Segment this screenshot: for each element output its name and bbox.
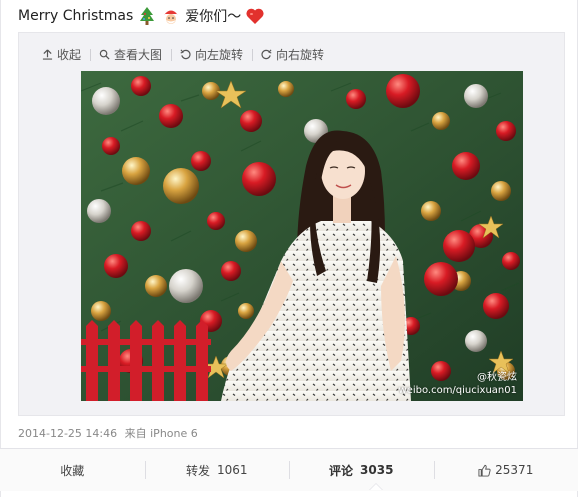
source-device[interactable]: iPhone 6 xyxy=(150,427,198,440)
search-icon xyxy=(99,49,110,60)
rotate-left-icon xyxy=(180,49,191,60)
collapse-icon xyxy=(42,48,53,60)
rotate-right-icon xyxy=(261,49,272,60)
repost-count: 1061 xyxy=(216,463,248,477)
favorite-label: 收藏 xyxy=(60,463,85,478)
comment-label: 评论 xyxy=(329,463,354,478)
rotate-left-button[interactable]: 向左旋转 xyxy=(171,46,252,63)
collapse-label: 收起 xyxy=(57,47,82,62)
collapse-button[interactable]: 收起 xyxy=(33,46,90,63)
thumbs-up-icon xyxy=(478,464,491,477)
christmas-tree-icon xyxy=(137,6,157,26)
post-text: Merry Christmas 爱你们～ xyxy=(18,4,265,28)
repost-button[interactable]: 转发 1061 xyxy=(144,449,290,491)
like-count: 25371 xyxy=(495,463,534,477)
action-bar: 收藏 转发 1061 评论 3035 25371 xyxy=(0,448,578,491)
watermark-url: weibo.com/qiucixuan01 xyxy=(398,385,518,396)
media-toolbar: 收起 查看大图 向左旋转 向右旋转 xyxy=(33,45,333,63)
comment-button[interactable]: 评论 3035 xyxy=(289,449,434,491)
watermark-handle: @秋瓷炫 xyxy=(477,372,517,383)
rotate-right-label: 向右旋转 xyxy=(276,47,325,62)
media-box: 收起 查看大图 向左旋转 向右旋转 @秋瓷炫 weibo.com/qiucixu… xyxy=(18,32,565,416)
post-timestamp[interactable]: 2014-12-25 14:46 xyxy=(18,427,117,440)
favorite-button[interactable]: 收藏 xyxy=(0,449,145,491)
post-photo[interactable]: @秋瓷炫 weibo.com/qiucixuan01 xyxy=(81,71,523,401)
post-meta: 2014-12-25 14:46 来自 iPhone 6 xyxy=(18,425,198,441)
view-large-button[interactable]: 查看大图 xyxy=(90,46,171,63)
post-text-suffix: 爱你们～ xyxy=(185,9,242,25)
christmas-tree-photo xyxy=(81,71,523,401)
heart-icon xyxy=(245,6,265,26)
comment-count: 3035 xyxy=(360,463,394,477)
source-prefix: 来自 xyxy=(124,427,147,440)
card-left-border xyxy=(0,0,1,497)
repost-label: 转发 xyxy=(185,463,210,478)
view-large-label: 查看大图 xyxy=(114,47,163,62)
santa-icon xyxy=(161,6,181,26)
like-button[interactable]: 25371 xyxy=(433,449,578,491)
rotate-left-label: 向左旋转 xyxy=(195,47,244,62)
rotate-right-button[interactable]: 向右旋转 xyxy=(252,46,333,63)
post-text-main: Merry Christmas xyxy=(18,8,134,24)
comment-active-caret xyxy=(369,483,383,490)
photo-watermark: @秋瓷炫 weibo.com/qiucixuan01 xyxy=(399,371,518,397)
